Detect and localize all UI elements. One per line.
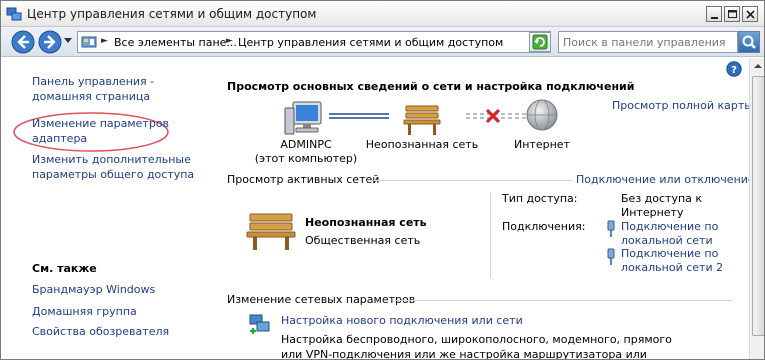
search-input[interactable] (563, 35, 735, 50)
control-panel-home-link[interactable]: Панель управления - домашняя страница (32, 74, 212, 104)
search-button[interactable] (738, 31, 760, 53)
active-network-name: Неопознанная сеть (305, 216, 427, 229)
active-network-type[interactable]: Общественная сеть (305, 234, 420, 247)
advanced-sharing-settings-link[interactable]: Изменить дополнительные параметры общего… (32, 152, 212, 182)
refresh-button[interactable] (529, 32, 551, 52)
network-map-label: Неопознанная сеть (365, 138, 479, 151)
control-panel-icon (81, 36, 97, 48)
connections-label: Подключения: (502, 220, 586, 233)
breadcrumb-separator[interactable]: ► (101, 36, 108, 46)
breadcrumb-all-items[interactable]: Все элементы пане... (114, 36, 237, 49)
network-center-icon (6, 7, 22, 21)
active-networks-title: Просмотр активных сетей (227, 173, 380, 186)
history-dropdown-icon[interactable] (64, 38, 72, 44)
new-connection-link[interactable]: Настройка нового подключения или сети (281, 314, 523, 327)
window: Центр управления сетями и общим доступом (0, 0, 765, 360)
scroll-up-icon[interactable] (750, 58, 765, 74)
computer-subtitle: (этот компьютер) (254, 152, 358, 165)
change-adapter-settings-link[interactable]: Изменение параметров адаптера (32, 116, 182, 146)
title-bar: Центр управления сетями и общим доступом (1, 1, 764, 27)
maximize-button[interactable] (724, 6, 740, 22)
window-title: Центр управления сетями и общим доступом (27, 7, 317, 21)
new-connection-description: Настройка беспроводного, широкополосного… (281, 333, 672, 360)
main-heading: Просмотр основных сведений о сети и наст… (227, 80, 635, 93)
homegroup-link[interactable]: Домашняя группа (32, 304, 212, 319)
internet-options-link[interactable]: Свойства обозревателя (32, 324, 212, 339)
see-also-heading: См. также (32, 262, 97, 275)
adapter-icon (607, 220, 615, 237)
lan-connection-link[interactable]: Подключение по локальной сети (621, 220, 739, 248)
computer-icon (284, 101, 322, 135)
left-pane: Панель управления - домашняя страница Из… (1, 58, 215, 359)
access-type-label: Тип доступа: (502, 192, 578, 205)
computer-name: ADMINPC (280, 138, 332, 151)
change-settings-title: Изменение сетевых параметров (227, 293, 416, 306)
adapter-icon (607, 248, 615, 265)
globe-icon (526, 99, 558, 131)
breadcrumb-separator[interactable]: ► (226, 36, 233, 46)
section-divider (393, 300, 733, 301)
connection-line-icon (329, 113, 389, 119)
forward-button[interactable] (38, 30, 62, 54)
minimize-icon (711, 17, 718, 19)
windows-firewall-link[interactable]: Брандмауэр Windows (32, 282, 212, 297)
internet-map-label: Интернет (514, 138, 570, 151)
vertical-scrollbar[interactable] (749, 58, 765, 359)
navigation-bar: ► Все элементы пане... ► Центр управлени… (1, 27, 764, 57)
main-pane: Просмотр основных сведений о сети и наст… (215, 58, 755, 360)
back-button[interactable] (11, 30, 35, 54)
lan-connection-2-link[interactable]: Подключение по локальной сети 2 (621, 247, 739, 275)
bench-icon (246, 213, 296, 250)
bench-icon (403, 105, 441, 135)
maximize-icon (728, 10, 737, 18)
breadcrumb-network-center[interactable]: Центр управления сетями и общим доступом (238, 36, 503, 49)
close-icon (746, 10, 755, 19)
new-connection-icon (249, 314, 270, 334)
full-map-link[interactable]: Просмотр полной карты (612, 99, 753, 112)
scrollbar-thumb[interactable] (752, 76, 764, 336)
section-divider (367, 180, 573, 181)
connect-disconnect-link[interactable]: Подключение или отключение (576, 173, 755, 186)
address-bar[interactable]: ► Все элементы пане... ► Центр управлени… (77, 31, 551, 53)
search-box (558, 31, 738, 53)
error-x-icon[interactable] (485, 108, 501, 124)
close-button[interactable] (742, 6, 758, 22)
vertical-divider (490, 192, 491, 278)
refresh-icon (532, 34, 548, 50)
minimize-button[interactable] (706, 6, 722, 22)
access-type-value: Без доступа к Интернету (621, 192, 703, 219)
search-icon (742, 35, 756, 49)
